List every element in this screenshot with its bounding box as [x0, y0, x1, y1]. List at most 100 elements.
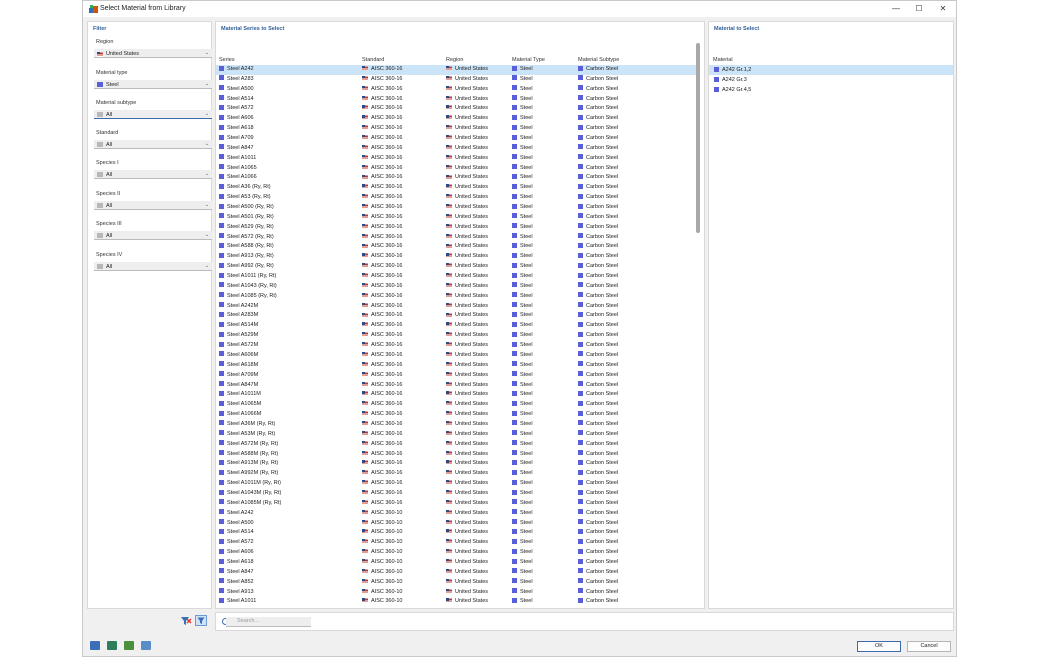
units-icon[interactable] — [90, 641, 100, 650]
material-list-item[interactable]: A242 Gr.4,5 — [709, 85, 953, 95]
column-header-material[interactable]: Material — [713, 57, 733, 63]
table-row[interactable]: Steel A501 (Ry, Rt) AISC 360-16 United Sta… — [216, 213, 700, 223]
material-type-cell: Steel — [520, 588, 533, 595]
table-row[interactable]: Steel A514M AISC 360-16 United States Steel… — [216, 321, 700, 331]
table-row[interactable]: Steel A514 AISC 360-16 United States Steel C… — [216, 95, 700, 105]
column-header-region[interactable]: Region — [446, 57, 463, 63]
region-cell: United States — [455, 430, 489, 437]
filter-dropdown[interactable]: All ⌄ — [94, 231, 212, 240]
table-row[interactable]: Steel A1085 (Ry, Rt) AISC 360-16 United St… — [216, 292, 700, 302]
filter-dropdown[interactable]: United States ⌄ — [94, 49, 212, 58]
table-row[interactable]: Steel A913 (Ry, Rt) AISC 360-16 United Sta… — [216, 252, 700, 262]
table-row[interactable]: Steel A242 AISC 360-10 United States Steel C… — [216, 509, 700, 519]
table-row[interactable]: Steel A847 AISC 360-10 United States Steel C… — [216, 568, 700, 578]
search-input[interactable]: Search... — [226, 617, 311, 627]
filter-dropdown[interactable]: All ⌄ — [94, 201, 212, 210]
table-row[interactable]: Steel A572M AISC 360-16 United States Steel… — [216, 341, 700, 351]
table-row[interactable]: Steel A709 AISC 360-16 United States Steel C… — [216, 134, 700, 144]
table-row[interactable]: Steel A913 AISC 360-10 United States Steel C… — [216, 588, 700, 598]
table-row[interactable]: Steel A242M AISC 360-16 United States Steel… — [216, 302, 700, 312]
column-header-standard[interactable]: Standard — [362, 57, 384, 63]
column-header-material-type[interactable]: Material Type — [512, 57, 545, 63]
table-row[interactable]: Steel A529 (Ry, Rt) AISC 360-16 United Sta… — [216, 223, 700, 233]
table-row[interactable]: Steel A53 (Ry, Rt) AISC 360-16 United Stat… — [216, 193, 700, 203]
table-row[interactable]: Steel A514 AISC 360-10 United States Steel C… — [216, 528, 700, 538]
table-row[interactable]: Steel A618M AISC 360-16 United States Steel… — [216, 361, 700, 371]
table-row[interactable]: Steel A572M (Ry, Rt) AISC 360-16 United St… — [216, 440, 700, 450]
table-row[interactable]: Steel A992 (Ry, Rt) AISC 360-16 United Sta… — [216, 262, 700, 272]
filter-toggle-icon[interactable] — [195, 615, 207, 626]
material-subtype-cell: Carbon Steel — [586, 273, 619, 280]
maximize-button[interactable]: ☐ — [912, 4, 926, 14]
table-row[interactable]: Steel A618 AISC 360-10 United States Steel C… — [216, 558, 700, 568]
standard-cell-wrap: AISC 360-16 — [362, 144, 403, 154]
material-list-item[interactable]: A242 Gr.1,2 — [709, 65, 953, 75]
table-row[interactable]: Steel A36 (Ry, Rt) AISC 360-16 United Stat… — [216, 183, 700, 193]
clear-filter-icon[interactable] — [180, 616, 192, 626]
standard-cell: AISC 360-10 — [371, 608, 403, 609]
table-row[interactable]: Steel A529M AISC 360-16 United States Steel… — [216, 331, 700, 341]
title-bar[interactable]: Select Material from Library — ☐ ✕ — [83, 1, 956, 17]
table-row[interactable]: Steel A606 AISC 360-16 United States Steel C… — [216, 114, 700, 124]
table-row[interactable]: Steel A852 AISC 360-10 United States Steel C… — [216, 578, 700, 588]
material-color-icon — [219, 597, 224, 603]
carbon-steel-icon — [578, 499, 583, 505]
filter-dropdown[interactable]: Steel ⌄ — [94, 80, 212, 89]
table-row[interactable]: Steel A53M (Ry, Rt) AISC 360-16 United Sta… — [216, 430, 700, 440]
table-row[interactable]: Steel A1066M AISC 360-16 United States Stee… — [216, 410, 700, 420]
column-header-series[interactable]: Series — [219, 57, 235, 63]
table-row[interactable]: Steel A606M AISC 360-16 United States Steel… — [216, 351, 700, 361]
close-button[interactable]: ✕ — [936, 4, 950, 14]
table-row[interactable]: Steel A242 AISC 360-16 United States Steel C… — [216, 65, 700, 75]
table-row[interactable]: Steel A572 AISC 360-10 United States Steel C… — [216, 538, 700, 548]
table-row[interactable]: Steel A1065M AISC 360-16 United States Stee… — [216, 400, 700, 410]
table-row[interactable]: Steel A572 AISC 360-16 United States Steel C… — [216, 104, 700, 114]
table-row[interactable]: Steel A913M (Ry, Rt) AISC 360-16 United St… — [216, 459, 700, 469]
series-scrollbar[interactable] — [696, 43, 700, 233]
cancel-button[interactable]: Cancel — [907, 641, 951, 652]
table-row[interactable]: Steel A588M (Ry, Rt) AISC 360-16 United St… — [216, 450, 700, 460]
ok-button[interactable]: OK — [857, 641, 901, 652]
table-row[interactable]: Steel A1043M (Ry, Rt) AISC 360-16 United S… — [216, 489, 700, 499]
table-row[interactable]: Steel A36 (Ry, Rt) AISC 360-10 United Stat… — [216, 607, 700, 609]
material-type-cell: Steel — [520, 263, 533, 270]
table-row[interactable]: Steel A847M AISC 360-16 United States Steel… — [216, 381, 700, 391]
table-row[interactable]: Steel A606 AISC 360-10 United States Steel C… — [216, 548, 700, 558]
standard-cell: AISC 360-10 — [371, 539, 403, 546]
table-row[interactable]: Steel A500 (Ry, Rt) AISC 360-16 United Sta… — [216, 203, 700, 213]
material-list-item[interactable]: A242 Gr.3 — [709, 75, 953, 85]
view-icon[interactable] — [107, 641, 117, 650]
table-row[interactable]: Steel A1085M (Ry, Rt) AISC 360-16 United S… — [216, 499, 700, 509]
table-row[interactable]: Steel A618 AISC 360-16 United States Steel C… — [216, 124, 700, 134]
filter-dropdown[interactable]: All ⌄ — [94, 262, 212, 271]
table-row[interactable]: Steel A1011 AISC 360-10 United States Steel… — [216, 597, 700, 607]
table-row[interactable]: Steel A588 (Ry, Rt) AISC 360-16 United Sta… — [216, 242, 700, 252]
table-row[interactable]: Steel A500 AISC 360-16 United States Steel C… — [216, 85, 700, 95]
table-row[interactable]: Steel A500 AISC 360-10 United States Steel C… — [216, 519, 700, 529]
table-row[interactable]: Steel A1011 (Ry, Rt) AISC 360-16 United St… — [216, 272, 700, 282]
standard-flag-icon — [362, 401, 368, 406]
filter-dropdown[interactable]: All ⌄ — [94, 140, 212, 149]
table-row[interactable]: Steel A1066 AISC 360-16 United States Steel… — [216, 173, 700, 183]
table-row[interactable]: Steel A992M (Ry, Rt) AISC 360-16 United St… — [216, 469, 700, 479]
export-icon[interactable] — [141, 641, 151, 650]
table-row[interactable]: Steel A1011M (Ry, Rt) AISC 360-16 United S… — [216, 479, 700, 489]
table-row[interactable]: Steel A1011M AISC 360-16 United States Stee… — [216, 390, 700, 400]
table-row[interactable]: Steel A1043 (Ry, Rt) AISC 360-16 United St… — [216, 282, 700, 292]
table-row[interactable]: Steel A709M AISC 360-16 United States Steel… — [216, 371, 700, 381]
table-row[interactable]: Steel A572 (Ry, Rt) AISC 360-16 United Sta… — [216, 233, 700, 243]
standard-cell: AISC 360-16 — [371, 115, 403, 122]
table-row[interactable]: Steel A283 AISC 360-16 United States Steel C… — [216, 75, 700, 85]
filter-panel-title: Filter — [93, 26, 107, 32]
table-row[interactable]: Steel A1065 AISC 360-16 United States Steel… — [216, 164, 700, 174]
filter-dropdown[interactable]: All ⌄ — [94, 110, 212, 119]
table-row[interactable]: Steel A847 AISC 360-16 United States Steel C… — [216, 144, 700, 154]
filter-dropdown[interactable]: All ⌄ — [94, 170, 212, 179]
import-icon[interactable] — [124, 641, 134, 650]
table-row[interactable]: Steel A1011 AISC 360-16 United States Steel… — [216, 154, 700, 164]
carbon-steel-icon — [578, 193, 583, 199]
table-row[interactable]: Steel A283M AISC 360-16 United States Steel… — [216, 311, 700, 321]
column-header-material-subtype[interactable]: Material Subtype — [578, 57, 619, 63]
table-row[interactable]: Steel A36M (Ry, Rt) AISC 360-16 United Sta… — [216, 420, 700, 430]
minimize-button[interactable]: — — [889, 4, 903, 14]
